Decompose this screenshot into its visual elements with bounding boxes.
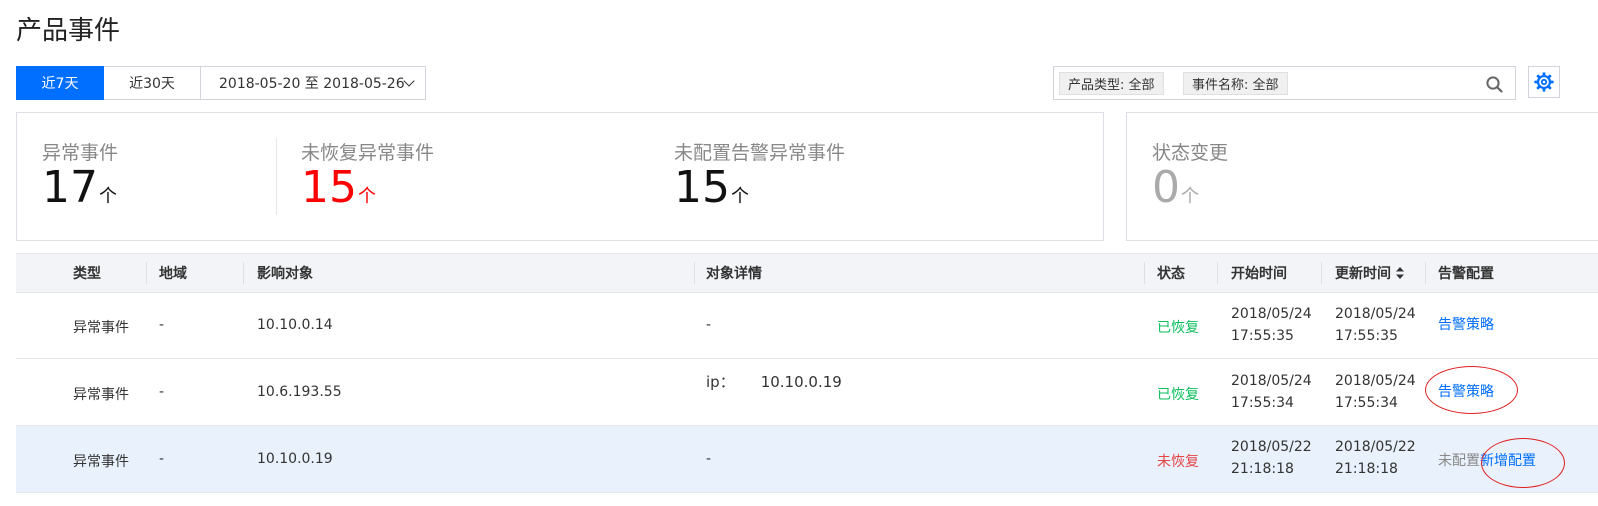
settings-button[interactable] <box>1528 66 1560 98</box>
column-separator <box>1425 262 1426 284</box>
detail-key: ip： <box>706 373 735 391</box>
cell-detail: ip： 10.10.0.19 <box>706 371 842 392</box>
time-range-selector: 近7天 近30天 2018-05-20 至 2018-05-26 <box>16 66 426 100</box>
gear-icon <box>1534 72 1554 92</box>
cell-type: 异常事件 <box>73 320 129 336</box>
column-separator <box>1144 262 1145 284</box>
cell-update-time: 2018/05/22 21:18:18 <box>1335 439 1416 477</box>
column-header-update-time[interactable]: 更新时间 <box>1335 254 1405 292</box>
unrecovered-events-count[interactable]: 15 个 <box>301 166 376 210</box>
status-badge: 已恢复 <box>1157 387 1199 403</box>
range-30-days-button[interactable]: 近30天 <box>104 66 201 100</box>
search-icon[interactable] <box>1486 76 1503 93</box>
cell-type: 异常事件 <box>73 387 129 403</box>
column-header-start-time: 开始时间 <box>1231 266 1287 282</box>
filter-search-box[interactable]: 产品类型: 全部 事件名称: 全部 <box>1053 66 1516 100</box>
cell-start-time: 2018/05/22 21:18:18 <box>1231 439 1312 477</box>
cell-start-time: 2018/05/24 17:55:35 <box>1231 306 1312 344</box>
table-row: 异常事件 - 10.10.0.14 - 已恢复 2018/05/24 17:55… <box>16 293 1598 359</box>
cell-start-time: 2018/05/24 17:55:34 <box>1231 373 1312 411</box>
cell-region: - <box>159 317 165 333</box>
sort-icon[interactable] <box>1395 266 1405 280</box>
alarm-unconfigured-label: 未配置 <box>1438 453 1480 469</box>
alarm-policy-link[interactable]: 告警策略 <box>1438 381 1494 401</box>
cell-target: 10.10.0.19 <box>257 451 333 467</box>
filter-tag-event-name[interactable]: 事件名称: 全部 <box>1183 72 1288 95</box>
status-badge: 未恢复 <box>1157 454 1199 470</box>
cell-detail: - <box>706 451 712 467</box>
cell-region: - <box>159 451 165 467</box>
status-badge: 已恢复 <box>1157 320 1199 336</box>
unconfigured-events-count[interactable]: 15 个 <box>674 166 749 210</box>
column-separator <box>243 262 244 284</box>
column-header-detail: 对象详情 <box>706 266 762 282</box>
unconfigured-events-label: 未配置告警异常事件 <box>674 142 846 164</box>
page-title: 产品事件 <box>16 16 121 46</box>
table-row: 异常事件 - 10.6.193.55 ip： 10.10.0.19 已恢复 201… <box>16 359 1598 426</box>
column-separator <box>1321 262 1322 284</box>
range-7-days-button[interactable]: 近7天 <box>16 66 104 100</box>
cell-update-time: 2018/05/24 17:55:35 <box>1335 306 1416 344</box>
cell-region: - <box>159 384 165 400</box>
cell-type: 异常事件 <box>73 454 129 470</box>
add-config-link[interactable]: 新增配置 <box>1480 453 1536 469</box>
stats-divider <box>276 138 277 215</box>
cell-detail: - <box>706 317 712 333</box>
column-header-alarm-config: 告警配置 <box>1438 266 1494 282</box>
column-header-target: 影响对象 <box>257 266 313 282</box>
chevron-down-icon <box>403 75 415 87</box>
detail-value: 10.10.0.19 <box>760 373 842 391</box>
state-change-label: 状态变更 <box>1152 142 1229 164</box>
abnormal-stats-panel <box>16 112 1104 241</box>
state-change-count[interactable]: 0个 <box>1152 166 1199 210</box>
column-separator <box>694 262 695 284</box>
column-header-region: 地域 <box>159 266 187 282</box>
cell-target: 10.10.0.14 <box>257 317 333 333</box>
filter-tag-product-type[interactable]: 产品类型: 全部 <box>1059 72 1164 95</box>
column-header-status: 状态 <box>1157 266 1185 282</box>
unrecovered-events-label: 未恢复异常事件 <box>301 142 435 164</box>
cell-alarm-config: 未配置新增配置 <box>1438 450 1536 470</box>
table-header: 类型 地域 影响对象 对象详情 状态 开始时间 更新时间 告警配置 <box>16 253 1598 293</box>
alarm-policy-link[interactable]: 告警策略 <box>1438 314 1494 334</box>
column-header-type: 类型 <box>73 266 101 282</box>
column-separator <box>1217 262 1218 284</box>
table-row: 异常事件 - 10.10.0.19 - 未恢复 2018/05/22 21:18… <box>16 426 1598 493</box>
column-separator <box>146 262 147 284</box>
cell-target: 10.6.193.55 <box>257 384 342 400</box>
abnormal-events-label: 异常事件 <box>42 142 119 164</box>
abnormal-events-count[interactable]: 17 个 <box>42 166 117 210</box>
date-range-text: 2018-05-20 至 2018-05-26 <box>219 76 405 92</box>
cell-update-time: 2018/05/24 17:55:34 <box>1335 373 1416 411</box>
date-range-picker[interactable]: 2018-05-20 至 2018-05-26 <box>201 66 426 100</box>
